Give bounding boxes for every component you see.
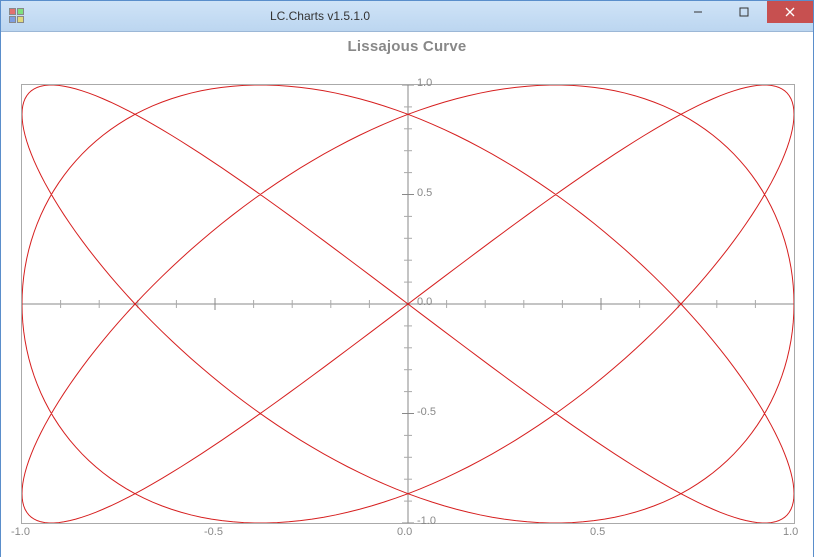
client-area: Lissajous Curve -1.0 -0.5 0.0 0.5 1.0 -1.0 -0.…: [1, 32, 813, 557]
app-icon: [9, 8, 25, 24]
x-tick-label: 1.0: [783, 526, 798, 538]
close-button[interactable]: [767, 1, 813, 23]
y-tick-label: -0.5: [417, 406, 436, 418]
x-tick-label: -0.5: [204, 526, 223, 538]
maximize-button[interactable]: [721, 1, 767, 23]
chart-title: Lissajous Curve: [1, 32, 813, 55]
window-title: LC.Charts v1.5.1.0: [0, 9, 675, 23]
plot-svg: [22, 85, 794, 523]
titlebar[interactable]: LC.Charts v1.5.1.0: [1, 1, 813, 32]
y-tick-label: 1.0: [417, 77, 432, 89]
x-tick-label: 0.5: [590, 526, 605, 538]
app-window: LC.Charts v1.5.1.0 Lissajous Curve -1.0 -…: [0, 0, 814, 557]
y-tick-label: -1.0: [417, 515, 436, 527]
minimize-button[interactable]: [675, 1, 721, 23]
x-tick-label: -1.0: [11, 526, 30, 538]
y-tick-label: 0.0: [417, 296, 432, 308]
plot-area: [21, 84, 795, 524]
y-tick-label: 0.5: [417, 187, 432, 199]
window-controls: [675, 1, 813, 31]
x-tick-label: 0.0: [397, 526, 412, 538]
